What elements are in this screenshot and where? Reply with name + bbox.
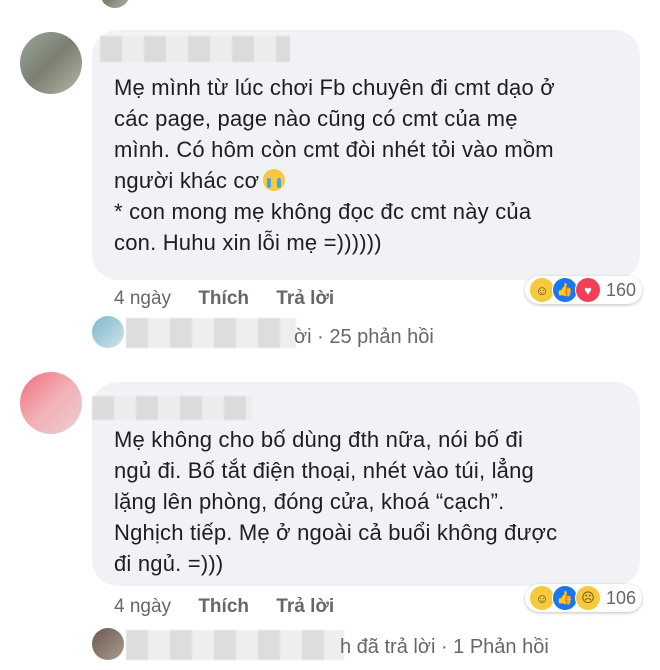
- timestamp[interactable]: 4 ngày: [114, 288, 171, 309]
- crying-emoji-icon: [263, 169, 286, 191]
- comment-bubble: Mẹ mình từ lúc chơi Fb chuyên đi cmt dạo…: [92, 30, 640, 280]
- timestamp[interactable]: 4 ngày: [114, 596, 171, 617]
- avatar[interactable]: [20, 372, 82, 434]
- reply-button[interactable]: Trả lời: [276, 288, 334, 309]
- like-button[interactable]: Thích: [198, 596, 249, 617]
- reaction-summary[interactable]: ☺ 👍 ☹ 106: [525, 584, 643, 612]
- comment-text-line: đi ngủ. =))): [114, 551, 224, 576]
- comment-text-line: Mẹ mình từ lúc chơi Fb chuyên đi cmt dạo…: [114, 75, 555, 100]
- comment-text-line: con. Huhu xin lỗi mẹ =)))))): [114, 230, 382, 255]
- comment-text-line: người khác cơ: [114, 168, 260, 193]
- love-icon: ♥: [575, 277, 601, 303]
- avatar[interactable]: [20, 32, 82, 94]
- reaction-summary[interactable]: ☺ 👍 ♥ 160: [525, 276, 643, 304]
- comment-text-line: * con mong mẹ không đọc đc cmt này của: [114, 199, 532, 224]
- comment-actions: 4 ngày Thích Trả lời: [114, 596, 356, 618]
- reaction-count: 160: [606, 279, 637, 300]
- author-name[interactable]: [92, 396, 252, 420]
- comment-text-line: lặng lên phòng, đóng cửa, khoá “cạch”.: [114, 489, 505, 514]
- reaction-count: 106: [606, 587, 637, 608]
- like-button[interactable]: Thích: [198, 288, 249, 309]
- view-replies-link[interactable]: ời · 25 phản hồi: [294, 326, 434, 349]
- reply-author-name: [126, 318, 296, 348]
- comment-text-line: Mẹ không cho bố dùng đth nữa, nói bố đi: [114, 427, 524, 452]
- comment-text-line: Nghịch tiếp. Mẹ ở ngoài cả buổi không đư…: [114, 520, 558, 545]
- comment-text-line: ngủ đi. Bố tắt điện thoại, nhét vào túi,…: [114, 458, 534, 483]
- avatar: [92, 316, 124, 348]
- comment-actions: 4 ngày Thích Trả lời: [114, 288, 356, 310]
- reply-button[interactable]: Trả lời: [276, 596, 334, 617]
- sad-icon: ☹: [575, 585, 601, 611]
- avatar: [92, 628, 124, 660]
- view-replies-link[interactable]: h đã trả lời · 1 Phản hồi: [340, 636, 549, 659]
- avatar[interactable]: [100, 0, 130, 8]
- reply-author-name: [126, 630, 344, 660]
- author-name[interactable]: [100, 36, 290, 62]
- comment-text-line: mình. Có hôm còn cmt đòi nhét tỏi vào mồ…: [114, 137, 554, 162]
- comment-text-line: các page, page nào cũng có cmt của mẹ: [114, 106, 518, 131]
